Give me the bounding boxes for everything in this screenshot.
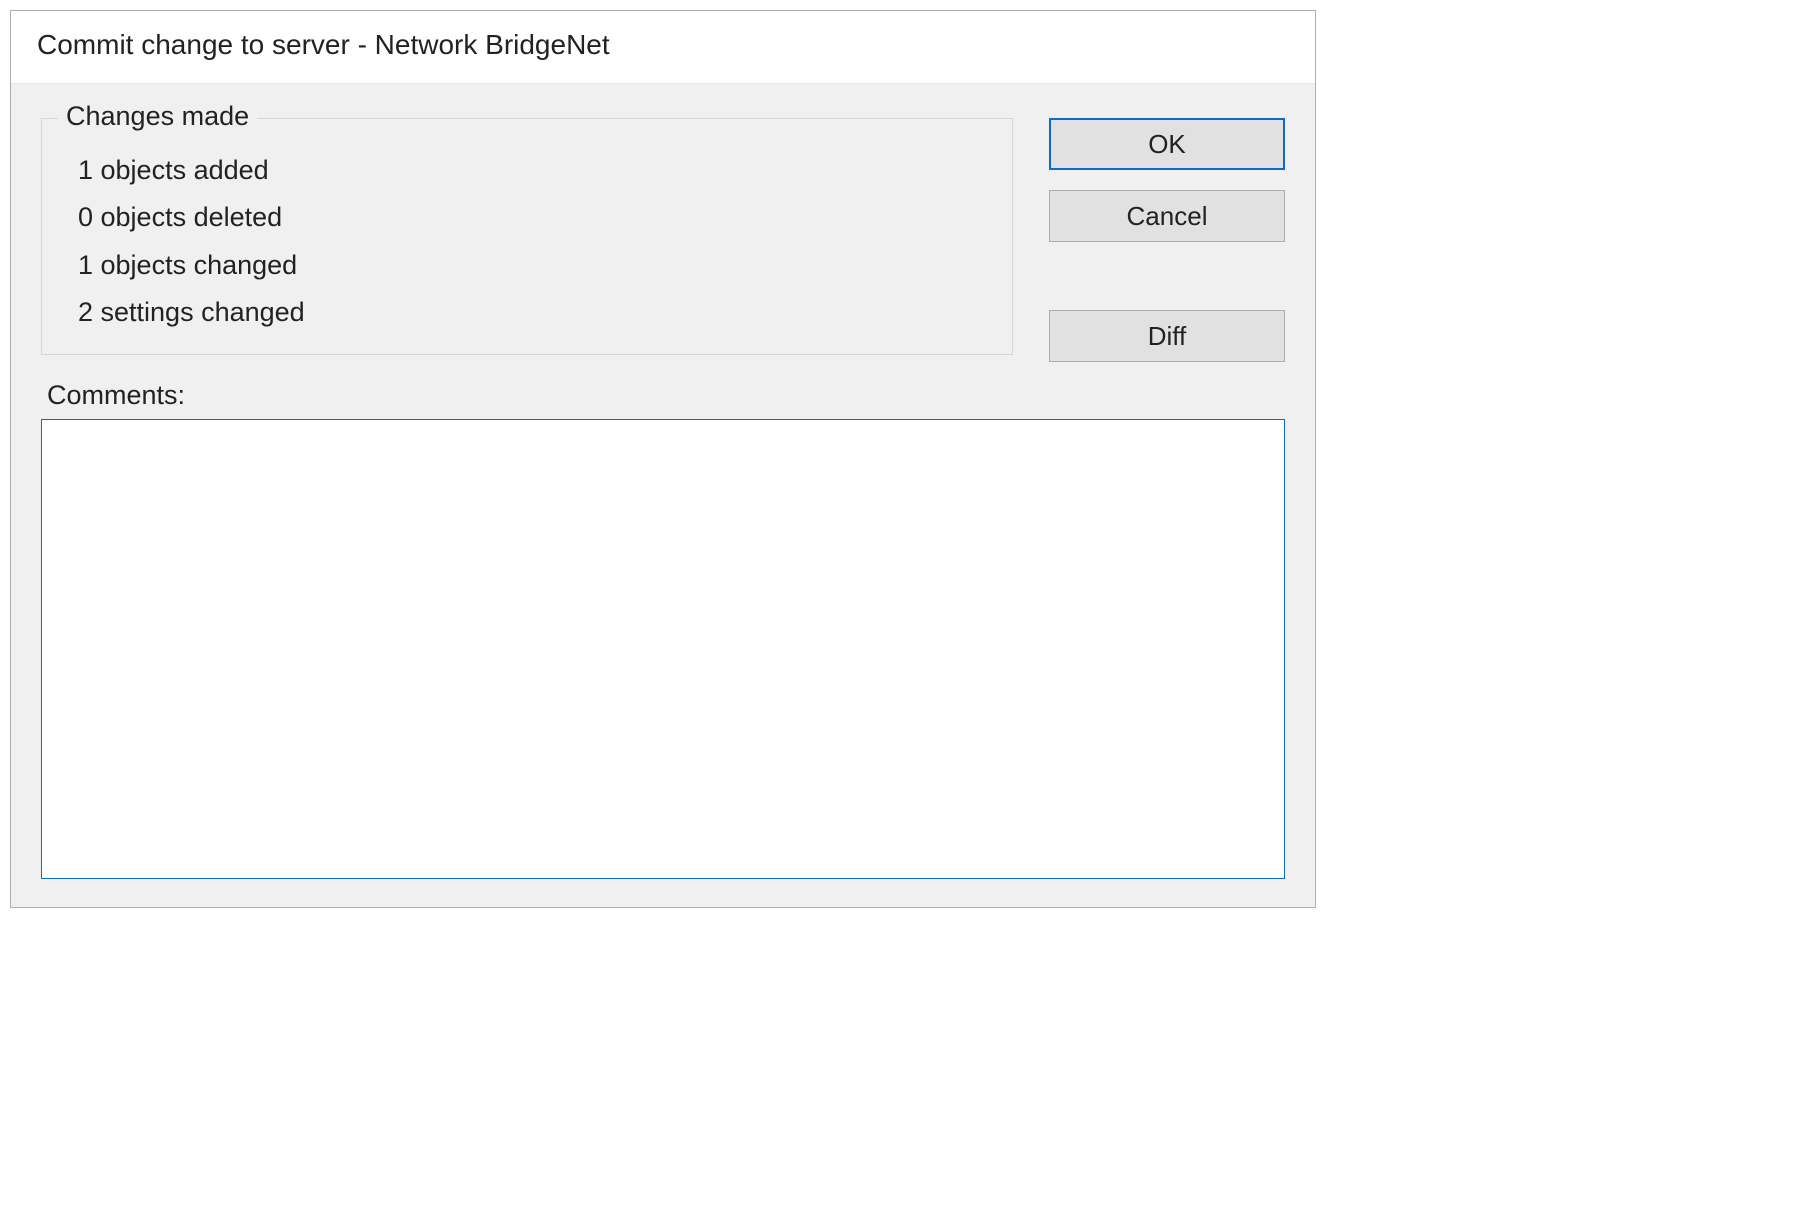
comments-input[interactable] — [41, 419, 1285, 879]
diff-button[interactable]: Diff — [1049, 310, 1285, 362]
changes-list: 1 objects added 0 objects deleted 1 obje… — [78, 147, 988, 336]
comments-label: Comments: — [47, 380, 1285, 411]
commit-dialog: Commit change to server - Network Bridge… — [10, 10, 1316, 908]
changes-legend: Changes made — [58, 101, 257, 132]
changes-item-added: 1 objects added — [78, 147, 988, 194]
changes-item-deleted: 0 objects deleted — [78, 194, 988, 241]
changes-item-changed: 1 objects changed — [78, 242, 988, 289]
dialog-title: Commit change to server - Network Bridge… — [11, 11, 1315, 84]
dialog-content: Changes made 1 objects added 0 objects d… — [11, 84, 1315, 907]
button-column: OK Cancel Diff — [1049, 118, 1285, 362]
upper-row: Changes made 1 objects added 0 objects d… — [41, 118, 1285, 362]
ok-button[interactable]: OK — [1049, 118, 1285, 170]
changes-item-settings: 2 settings changed — [78, 289, 988, 336]
cancel-button[interactable]: Cancel — [1049, 190, 1285, 242]
button-spacer — [1049, 262, 1285, 290]
changes-group: Changes made 1 objects added 0 objects d… — [41, 118, 1013, 355]
